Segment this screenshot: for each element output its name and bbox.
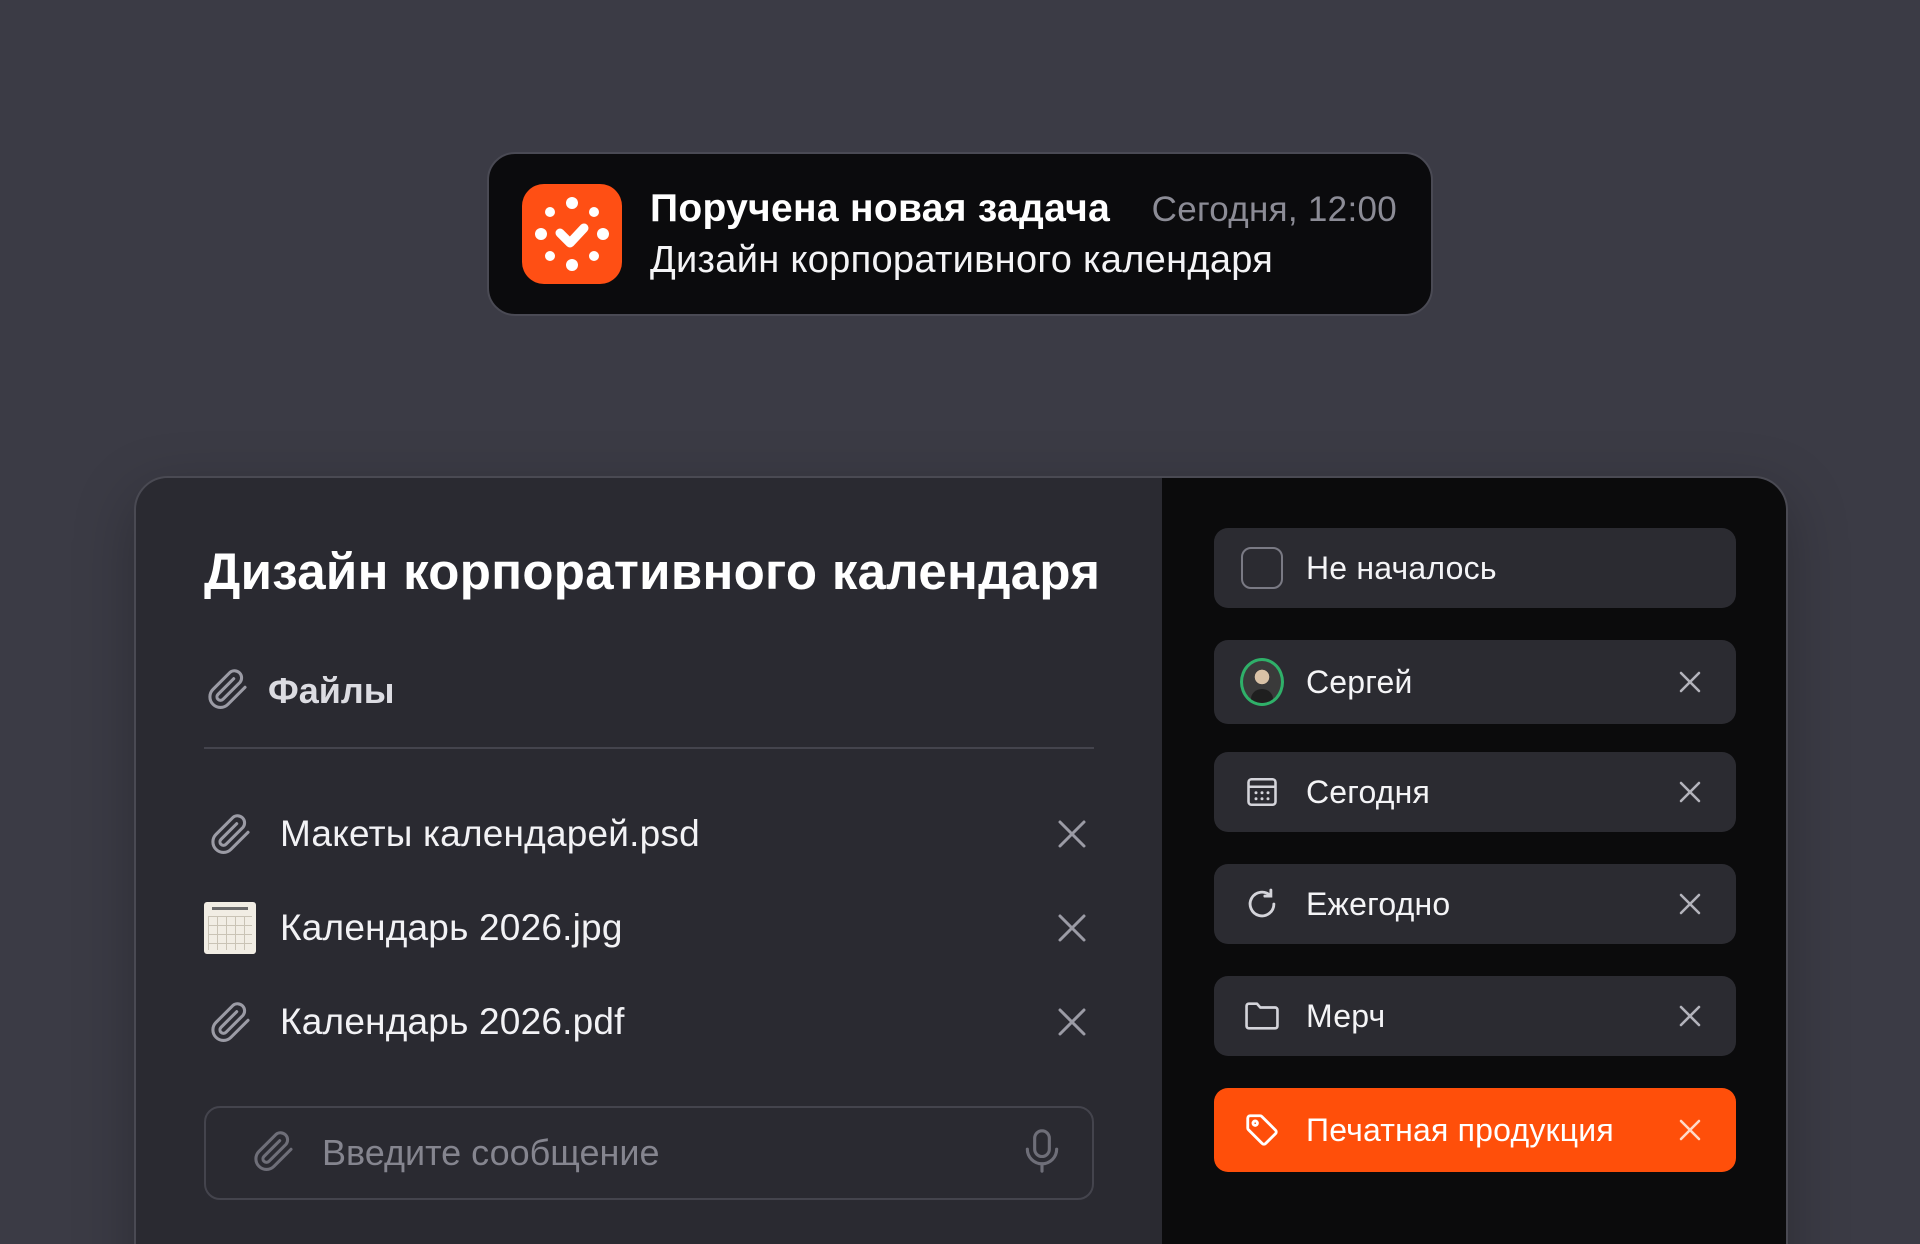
files-label: Файлы: [268, 670, 395, 711]
close-icon: [1058, 820, 1086, 848]
checkbox[interactable]: [1240, 546, 1284, 590]
close-icon: [1679, 1119, 1701, 1141]
stage: Поручена новая задача Сегодня, 12:00 Диз…: [0, 0, 1920, 1244]
notification-title: Поручена новая задача: [650, 186, 1111, 230]
calendar-icon: [1240, 770, 1284, 814]
assignee-label: Сергей: [1306, 663, 1413, 700]
clear-repeat-button[interactable]: [1668, 882, 1712, 926]
app-logo-icon: [522, 184, 622, 284]
notification-text: Поручена новая задача Сегодня, 12:00 Диз…: [650, 187, 1397, 282]
task-main-panel: Дизайн корпоративного календаря Файлы Ма…: [136, 478, 1162, 1244]
status-label: Не началось: [1306, 549, 1497, 586]
attach-button[interactable]: [250, 1128, 296, 1179]
avatar: [1240, 658, 1284, 706]
file-name: Макеты календарей.psd: [280, 813, 700, 854]
image-thumbnail: [204, 902, 256, 954]
close-icon: [1058, 914, 1086, 942]
files-section-header[interactable]: Файлы: [204, 661, 1094, 721]
divider: [204, 747, 1094, 749]
assignee-field[interactable]: Сергей: [1214, 640, 1736, 724]
repeat-icon: [1240, 882, 1284, 926]
task-card: Дизайн корпоративного календаря Файлы Ма…: [134, 476, 1788, 1244]
notification-time: Сегодня, 12:00: [1151, 189, 1397, 229]
repeat-label: Ежегодно: [1306, 885, 1451, 922]
remove-file-button[interactable]: [1050, 906, 1094, 950]
message-input[interactable]: [322, 1132, 1020, 1174]
repeat-field[interactable]: Ежегодно: [1214, 864, 1736, 944]
clear-tag-button[interactable]: [1668, 1108, 1712, 1152]
task-title: Дизайн корпоративного календаря: [204, 543, 1101, 600]
task-properties-panel: Не началось Сергей Сегодня Ежегодно Мерч…: [1162, 478, 1786, 1244]
file-name: Календарь 2026.pdf: [280, 1001, 625, 1042]
close-icon: [1679, 1005, 1701, 1027]
clear-due-date-button[interactable]: [1668, 770, 1712, 814]
paperclip-icon: [204, 996, 256, 1048]
microphone-button[interactable]: [1020, 1127, 1064, 1180]
project-label: Мерч: [1306, 997, 1386, 1034]
tag-field[interactable]: Печатная продукция: [1214, 1088, 1736, 1172]
paperclip-icon: [204, 808, 256, 860]
remove-file-button[interactable]: [1050, 1000, 1094, 1044]
paperclip-icon: [204, 666, 250, 717]
file-name: Календарь 2026.jpg: [280, 907, 623, 948]
tag-icon: [1240, 1108, 1284, 1152]
clear-project-button[interactable]: [1668, 994, 1712, 1038]
message-composer: [204, 1106, 1094, 1200]
close-icon: [1679, 671, 1701, 693]
file-list: Макеты календарей.psd Календарь 2026.jpg: [204, 787, 1094, 1069]
microphone-icon: [1025, 1128, 1059, 1173]
file-item[interactable]: Календарь 2026.jpg: [204, 881, 1094, 975]
due-date-field[interactable]: Сегодня: [1214, 752, 1736, 832]
status-field[interactable]: Не началось: [1214, 528, 1736, 608]
notification-subtitle: Дизайн корпоративного календаря: [650, 238, 1274, 281]
notification[interactable]: Поручена новая задача Сегодня, 12:00 Диз…: [487, 152, 1433, 316]
tag-label: Печатная продукция: [1306, 1111, 1614, 1148]
clear-assignee-button[interactable]: [1668, 660, 1712, 704]
paperclip-icon: [254, 1130, 293, 1171]
project-field[interactable]: Мерч: [1214, 976, 1736, 1056]
file-item[interactable]: Календарь 2026.pdf: [204, 975, 1094, 1069]
close-icon: [1679, 781, 1701, 803]
remove-file-button[interactable]: [1050, 812, 1094, 856]
due-date-label: Сегодня: [1306, 773, 1431, 810]
close-icon: [1058, 1008, 1086, 1036]
file-item[interactable]: Макеты календарей.psd: [204, 787, 1094, 881]
folder-icon: [1240, 994, 1284, 1038]
close-icon: [1679, 893, 1701, 915]
